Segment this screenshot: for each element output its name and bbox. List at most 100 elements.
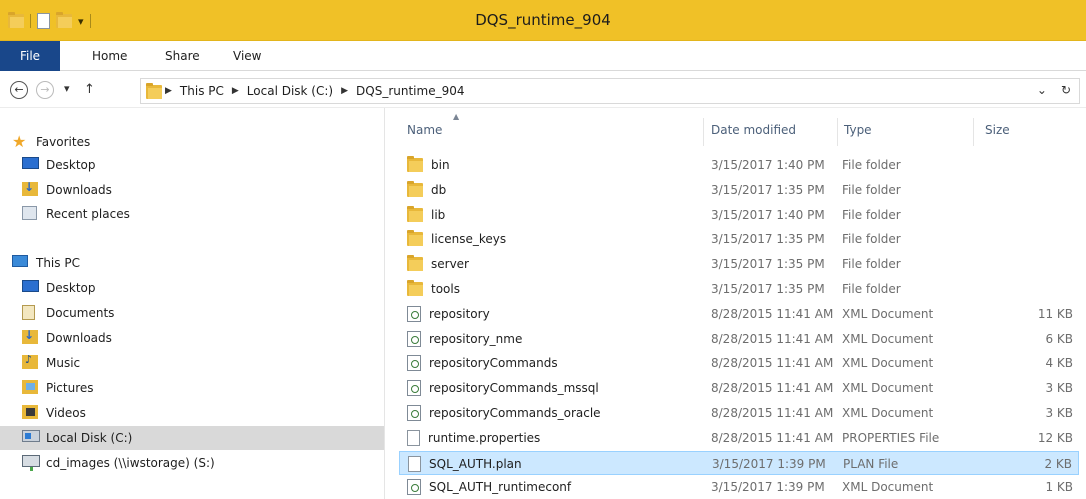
- folder-icon: [407, 230, 423, 247]
- folder-icon: [407, 156, 423, 172]
- breadcrumb: ▶ This PC ▶ Local Disk (C:) ▶ DQS_runtim…: [165, 79, 464, 103]
- nav-pc-downloads-label: Downloads: [46, 331, 112, 345]
- table-row[interactable]: repository_nme 8/28/2015 11:41 AM XML Docu…: [399, 327, 1079, 351]
- nav-pc-downloads[interactable]: Downloads: [0, 326, 384, 350]
- column-header-size[interactable]: Size: [985, 118, 1010, 142]
- nav-pc-desktop[interactable]: Desktop: [0, 276, 384, 300]
- file-type: File folder: [842, 257, 901, 272]
- chevron-right-icon[interactable]: ▶: [341, 86, 348, 96]
- nav-fav-downloads[interactable]: Downloads: [0, 178, 384, 202]
- table-row[interactable]: server 3/15/2017 1:35 PM File folder: [399, 252, 1079, 276]
- breadcrumb-current-folder[interactable]: DQS_runtime_904: [356, 84, 464, 98]
- file-type: File folder: [842, 158, 901, 172]
- file-date: 8/28/2015 11:41 AM: [711, 430, 834, 445]
- file-type: XML Document: [842, 356, 934, 371]
- file-date: 8/28/2015 11:41 AM: [711, 381, 834, 396]
- forward-arrow-icon[interactable]: →: [36, 81, 54, 99]
- file-name-cell: SQL_AUTH_runtimeconf: [407, 475, 571, 499]
- nav-pc-documents-label: Documents: [46, 306, 115, 320]
- tab-share[interactable]: Share: [165, 41, 200, 71]
- nav-fav-recent[interactable]: Recent places: [0, 202, 384, 226]
- window-title: DQS_runtime_904: [475, 11, 611, 29]
- chevron-down-icon[interactable]: ⌄: [1037, 83, 1047, 97]
- file-name-cell: server: [407, 252, 469, 276]
- nav-pc-documents[interactable]: Documents: [0, 301, 384, 325]
- file-name-cell: repositoryCommands_oracle: [407, 401, 601, 425]
- column-name-label: Name: [407, 123, 443, 137]
- xml-document-icon: [407, 330, 421, 347]
- nav-fav-desktop[interactable]: Desktop: [0, 153, 384, 177]
- column-header-date[interactable]: Date modified: [711, 118, 796, 142]
- table-row[interactable]: repository 8/28/2015 11:41 AM XML Document…: [399, 302, 1079, 326]
- hard-drive-icon: [22, 430, 40, 442]
- downloads-icon: [22, 328, 38, 344]
- sort-ascending-icon: ▲: [453, 112, 460, 121]
- file-type: File folder: [842, 182, 901, 197]
- back-arrow-icon[interactable]: ←: [10, 81, 28, 99]
- file-date: 8/28/2015 11:41 AM: [711, 306, 834, 321]
- table-row[interactable]: bin 3/15/2017 1:40 PM File folder: [399, 153, 1079, 177]
- file-size: 11 KB: [1037, 306, 1073, 321]
- file-name-cell: db: [407, 178, 446, 202]
- file-name: SQL_AUTH_runtimeconf: [429, 480, 572, 495]
- column-header-type[interactable]: Type: [844, 118, 872, 142]
- file-date: 3/15/2017 1:39 PM: [712, 456, 826, 471]
- table-row[interactable]: license_keys 3/15/2017 1:35 PM File folder: [399, 227, 1079, 251]
- nav-pc-local-disk-label: Local Disk (C:): [46, 431, 133, 445]
- nav-pc-network-drive[interactable]: cd_images (\\iwstorage) (S:): [0, 451, 384, 475]
- folder-icon: [407, 205, 423, 222]
- file-name: repositoryCommands_oracle: [429, 406, 601, 420]
- documents-icon: [22, 305, 35, 320]
- folder-icon: [407, 280, 423, 296]
- file-name: repository: [429, 306, 490, 321]
- table-row[interactable]: SQL_AUTH.plan 3/15/2017 1:39 PM PLAN File 2…: [399, 450, 1079, 475]
- table-row[interactable]: repositoryCommands 8/28/2015 11:41 AM XML …: [399, 351, 1079, 375]
- file-date: 3/15/2017 1:40 PM: [711, 207, 825, 222]
- nav-pc-pictures[interactable]: Pictures: [0, 376, 384, 400]
- table-row[interactable]: SQL_AUTH_runtimeconf 3/15/2017 1:39 PM XML…: [399, 475, 1079, 499]
- file-type: PROPERTIES File: [842, 430, 940, 445]
- nav-pc-music[interactable]: Music: [0, 351, 384, 375]
- address-box[interactable]: ▶ This PC ▶ Local Disk (C:) ▶ DQS_runtim…: [140, 78, 1080, 104]
- file-name-cell: repository_nme: [407, 327, 522, 351]
- table-row[interactable]: tools 3/15/2017 1:35 PM File folder: [399, 277, 1079, 301]
- table-row[interactable]: repositoryCommands_oracle 8/28/2015 11:41…: [399, 401, 1079, 425]
- breadcrumb-local-disk[interactable]: Local Disk (C:): [247, 84, 333, 98]
- tab-view[interactable]: View: [233, 41, 261, 71]
- file-name-cell: bin: [407, 153, 450, 177]
- chevron-right-icon[interactable]: ▶: [165, 86, 172, 96]
- nav-this-pc-label: This PC: [36, 256, 80, 270]
- nav-favorites-label: Favorites: [36, 135, 91, 149]
- recent-locations-icon[interactable]: ▾: [64, 82, 70, 95]
- table-row[interactable]: db 3/15/2017 1:35 PM File folder: [399, 178, 1079, 202]
- file-type: File folder: [842, 282, 901, 296]
- column-divider[interactable]: [973, 118, 974, 146]
- nav-pc-videos[interactable]: Videos: [0, 401, 384, 425]
- table-row[interactable]: repositoryCommands_mssql 8/28/2015 11:41 …: [399, 376, 1079, 400]
- network-drive-icon: [22, 455, 40, 471]
- file-type: PLAN File: [843, 456, 899, 471]
- file-size: 4 KB: [1045, 356, 1073, 371]
- nav-this-pc[interactable]: This PC: [0, 251, 384, 275]
- up-arrow-icon[interactable]: ↑: [84, 82, 95, 97]
- chevron-right-icon[interactable]: ▶: [232, 86, 239, 96]
- column-divider[interactable]: [703, 118, 704, 146]
- column-divider[interactable]: [837, 118, 838, 146]
- nav-favorites[interactable]: ★ Favorites: [0, 130, 384, 154]
- table-row[interactable]: runtime.properties 8/28/2015 11:41 AM PROP…: [399, 426, 1079, 450]
- breadcrumb-this-pc[interactable]: This PC: [180, 84, 224, 98]
- xml-document-icon: [407, 305, 421, 322]
- folder-icon: [146, 83, 162, 99]
- tab-home[interactable]: Home: [92, 41, 127, 71]
- column-size-label: Size: [985, 123, 1010, 137]
- nav-pc-videos-label: Videos: [46, 406, 86, 420]
- tab-file[interactable]: File: [0, 41, 60, 71]
- file-name: tools: [431, 282, 460, 296]
- column-header-name[interactable]: Name: [407, 118, 442, 142]
- refresh-icon[interactable]: ↻: [1061, 83, 1071, 97]
- file-name: lib: [431, 207, 446, 222]
- file-size: 6 KB: [1045, 331, 1073, 346]
- file-name-cell: license_keys: [407, 227, 506, 251]
- nav-pc-local-disk[interactable]: Local Disk (C:): [0, 426, 384, 450]
- table-row[interactable]: lib 3/15/2017 1:40 PM File folder: [399, 203, 1079, 227]
